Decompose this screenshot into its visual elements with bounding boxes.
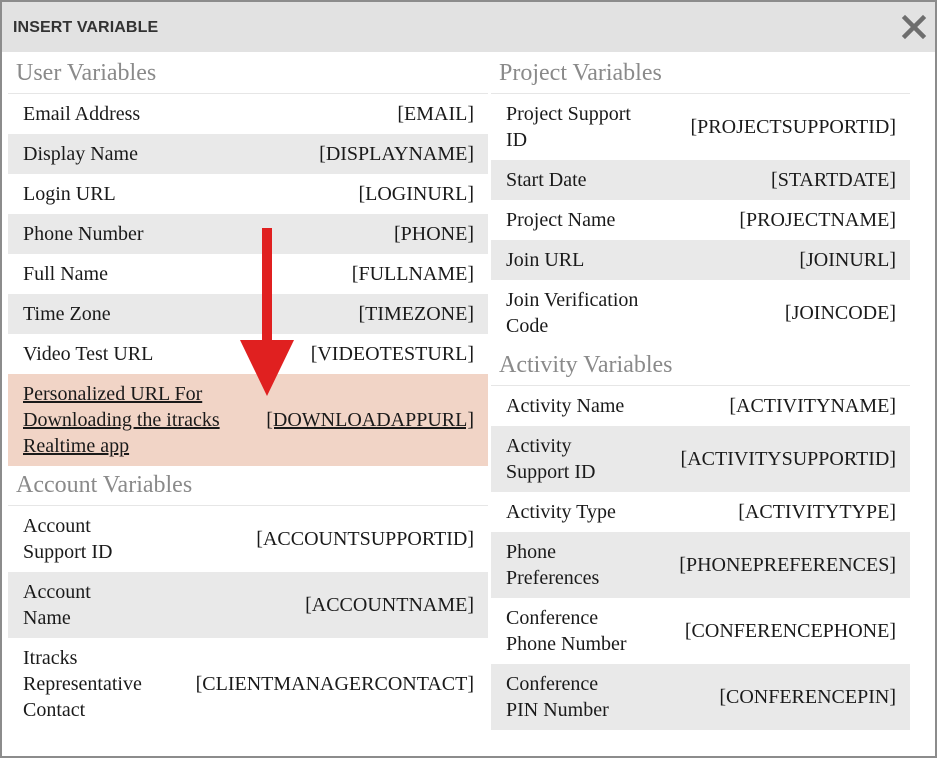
variable-label: Start Date — [506, 169, 587, 191]
variable-token: [TIMEZONE] — [358, 303, 474, 325]
variable-row-activitysupportid[interactable]: Activity Support ID [ACTIVITYSUPPORTID] — [491, 426, 910, 492]
close-icon[interactable] — [901, 14, 927, 40]
variable-token: [ACCOUNTNAME] — [305, 594, 474, 616]
variable-token: [PHONE] — [394, 223, 474, 245]
variable-token: [LOGINURL] — [358, 183, 474, 205]
variable-label: Activity Type — [506, 501, 616, 523]
variable-label: Phone Number — [23, 223, 144, 245]
section-title-account-variables: Account Variables — [8, 466, 488, 506]
variable-row-accountname[interactable]: Account Name [ACCOUNTNAME] — [8, 572, 488, 638]
variable-token: [DOWNLOADAPPURL] — [266, 409, 474, 431]
variable-label: Personalized URL For Downloading the itr… — [23, 383, 220, 457]
right-column: Project Variables Project Support ID [PR… — [491, 54, 910, 730]
variable-token: [ACTIVITYNAME] — [729, 395, 896, 417]
variable-row-displayname[interactable]: Display Name [DISPLAYNAME] — [8, 134, 488, 174]
variable-label: Activity Name — [506, 395, 625, 417]
dialog-title: INSERT VARIABLE — [13, 19, 159, 36]
section-title-project-variables: Project Variables — [491, 54, 910, 94]
variable-row-clientmanagercontact[interactable]: Itracks Representative Contact [CLIENTMA… — [8, 638, 488, 730]
variable-token: [CONFERENCEPIN] — [719, 686, 896, 708]
variable-token: [PROJECTSUPPORTID] — [690, 116, 897, 138]
variable-row-conferencepin[interactable]: Conference PIN Number [CONFERENCEPIN] — [491, 664, 910, 730]
variable-token: [FULLNAME] — [351, 263, 474, 285]
dialog-titlebar: INSERT VARIABLE — [2, 2, 935, 52]
variable-token: [CONFERENCEPHONE] — [684, 620, 896, 642]
variable-label: Itracks Representative Contact — [23, 647, 142, 721]
variable-row-startdate[interactable]: Start Date [STARTDATE] — [491, 160, 910, 200]
variable-label: Email Address — [23, 103, 141, 125]
variable-label: Activity Support ID — [506, 435, 596, 483]
variable-label: Full Name — [23, 263, 108, 285]
variable-label: Time Zone — [23, 303, 111, 325]
variable-token: [EMAIL] — [397, 103, 474, 125]
variable-token: [ACTIVITYTYPE] — [738, 501, 896, 523]
variable-token: [CLIENTMANAGERCONTACT] — [195, 673, 474, 695]
variable-label: Project Support ID — [506, 103, 631, 151]
variable-row-downloadappurl[interactable]: Personalized URL For Downloading the itr… — [8, 374, 488, 466]
variable-label: Account Support ID — [23, 515, 113, 563]
variable-label: Login URL — [23, 183, 116, 205]
variable-row-activitytype[interactable]: Activity Type [ACTIVITYTYPE] — [491, 492, 910, 532]
variable-label: Conference PIN Number — [506, 673, 609, 721]
variable-label: Display Name — [23, 143, 138, 165]
variable-row-videotesturl[interactable]: Video Test URL [VIDEOTESTURL] — [8, 334, 488, 374]
variable-token: [ACCOUNTSUPPORTID] — [256, 528, 474, 550]
variable-token: [JOINCODE] — [784, 302, 896, 324]
variable-row-phone[interactable]: Phone Number [PHONE] — [8, 214, 488, 254]
variable-token: [PROJECTNAME] — [739, 209, 896, 231]
variable-token: [PHONEPREFERENCES] — [679, 554, 896, 576]
variable-token: [ACTIVITYSUPPORTID] — [680, 448, 896, 470]
variable-row-joincode[interactable]: Join Verification Code [JOINCODE] — [491, 280, 910, 346]
variable-token: [DISPLAYNAME] — [319, 143, 474, 165]
section-title-user-variables: User Variables — [8, 54, 488, 94]
variable-label: Phone Preferences — [506, 541, 600, 589]
variable-row-activityname[interactable]: Activity Name [ACTIVITYNAME] — [491, 386, 910, 426]
variable-row-accountsupportid[interactable]: Account Support ID [ACCOUNTSUPPORTID] — [8, 506, 488, 572]
variable-row-projectsupportid[interactable]: Project Support ID [PROJECTSUPPORTID] — [491, 94, 910, 160]
variable-row-loginurl[interactable]: Login URL [LOGINURL] — [8, 174, 488, 214]
variable-row-fullname[interactable]: Full Name [FULLNAME] — [8, 254, 488, 294]
variable-label: Account Name — [23, 581, 91, 629]
variable-label: Video Test URL — [23, 343, 154, 365]
variable-token: [STARTDATE] — [771, 169, 896, 191]
variable-row-phonepreferences[interactable]: Phone Preferences [PHONEPREFERENCES] — [491, 532, 910, 598]
variable-token: [VIDEOTESTURL] — [310, 343, 474, 365]
variable-row-conferencephone[interactable]: Conference Phone Number [CONFERENCEPHONE… — [491, 598, 910, 664]
variable-token: [JOINURL] — [799, 249, 896, 271]
variable-label: Join URL — [506, 249, 585, 271]
variable-label: Project Name — [506, 209, 616, 231]
variable-row-joinurl[interactable]: Join URL [JOINURL] — [491, 240, 910, 280]
variable-row-projectname[interactable]: Project Name [PROJECTNAME] — [491, 200, 910, 240]
variable-label: Conference Phone Number — [506, 607, 627, 655]
variable-row-timezone[interactable]: Time Zone [TIMEZONE] — [8, 294, 488, 334]
left-column: User Variables Email Address [EMAIL] Dis… — [8, 54, 488, 730]
section-title-activity-variables: Activity Variables — [491, 346, 910, 386]
variable-row-email[interactable]: Email Address [EMAIL] — [8, 94, 488, 134]
insert-variable-dialog: INSERT VARIABLE User Variables Email Add… — [0, 0, 937, 758]
variable-label: Join Verification Code — [506, 289, 639, 337]
